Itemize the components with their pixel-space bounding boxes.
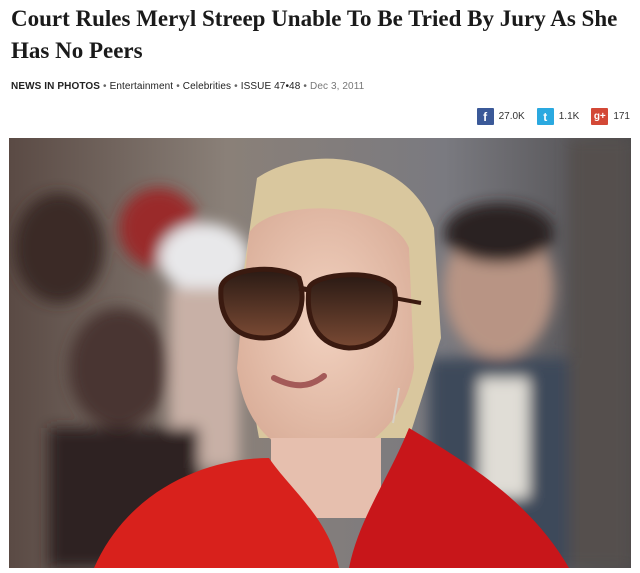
meta-separator: • — [234, 81, 238, 92]
publish-date: Dec 3, 2011 — [310, 81, 365, 92]
sunglasses-right-lens — [305, 272, 398, 351]
meta-separator: • — [103, 81, 107, 92]
facebook-share[interactable]: f 27.0K — [476, 108, 525, 125]
twitter-share[interactable]: t 1.1K — [536, 108, 580, 125]
section-label[interactable]: NEWS IN PHOTOS — [11, 81, 100, 92]
article-title: Court Rules Meryl Streep Unable To Be Tr… — [11, 6, 618, 63]
facebook-icon[interactable]: f — [476, 108, 494, 125]
googleplus-icon[interactable]: g+ — [591, 108, 609, 125]
article-photo — [9, 138, 631, 568]
photo-illustration — [9, 138, 631, 568]
category-link[interactable]: Entertainment — [110, 81, 174, 92]
twitter-count: 1.1K — [558, 111, 580, 122]
twitter-icon[interactable]: t — [536, 108, 554, 125]
googleplus-share[interactable]: g+ 171 — [591, 108, 630, 125]
article-meta: NEWS IN PHOTOS • Entertainment • Celebrities… — [11, 81, 364, 92]
facebook-count: 27.0K — [498, 111, 525, 122]
share-bar: f 27.0K t 1.1K g+ 171 — [476, 108, 630, 125]
sunglasses-left-lens — [218, 266, 305, 341]
meta-separator: • — [303, 81, 307, 92]
sunglasses-bridge — [298, 285, 310, 293]
subcategory-link[interactable]: Celebrities — [183, 81, 231, 92]
meta-separator: • — [176, 81, 180, 92]
googleplus-count: 171 — [613, 111, 630, 122]
issue-label[interactable]: ISSUE 47•48 — [241, 81, 301, 92]
